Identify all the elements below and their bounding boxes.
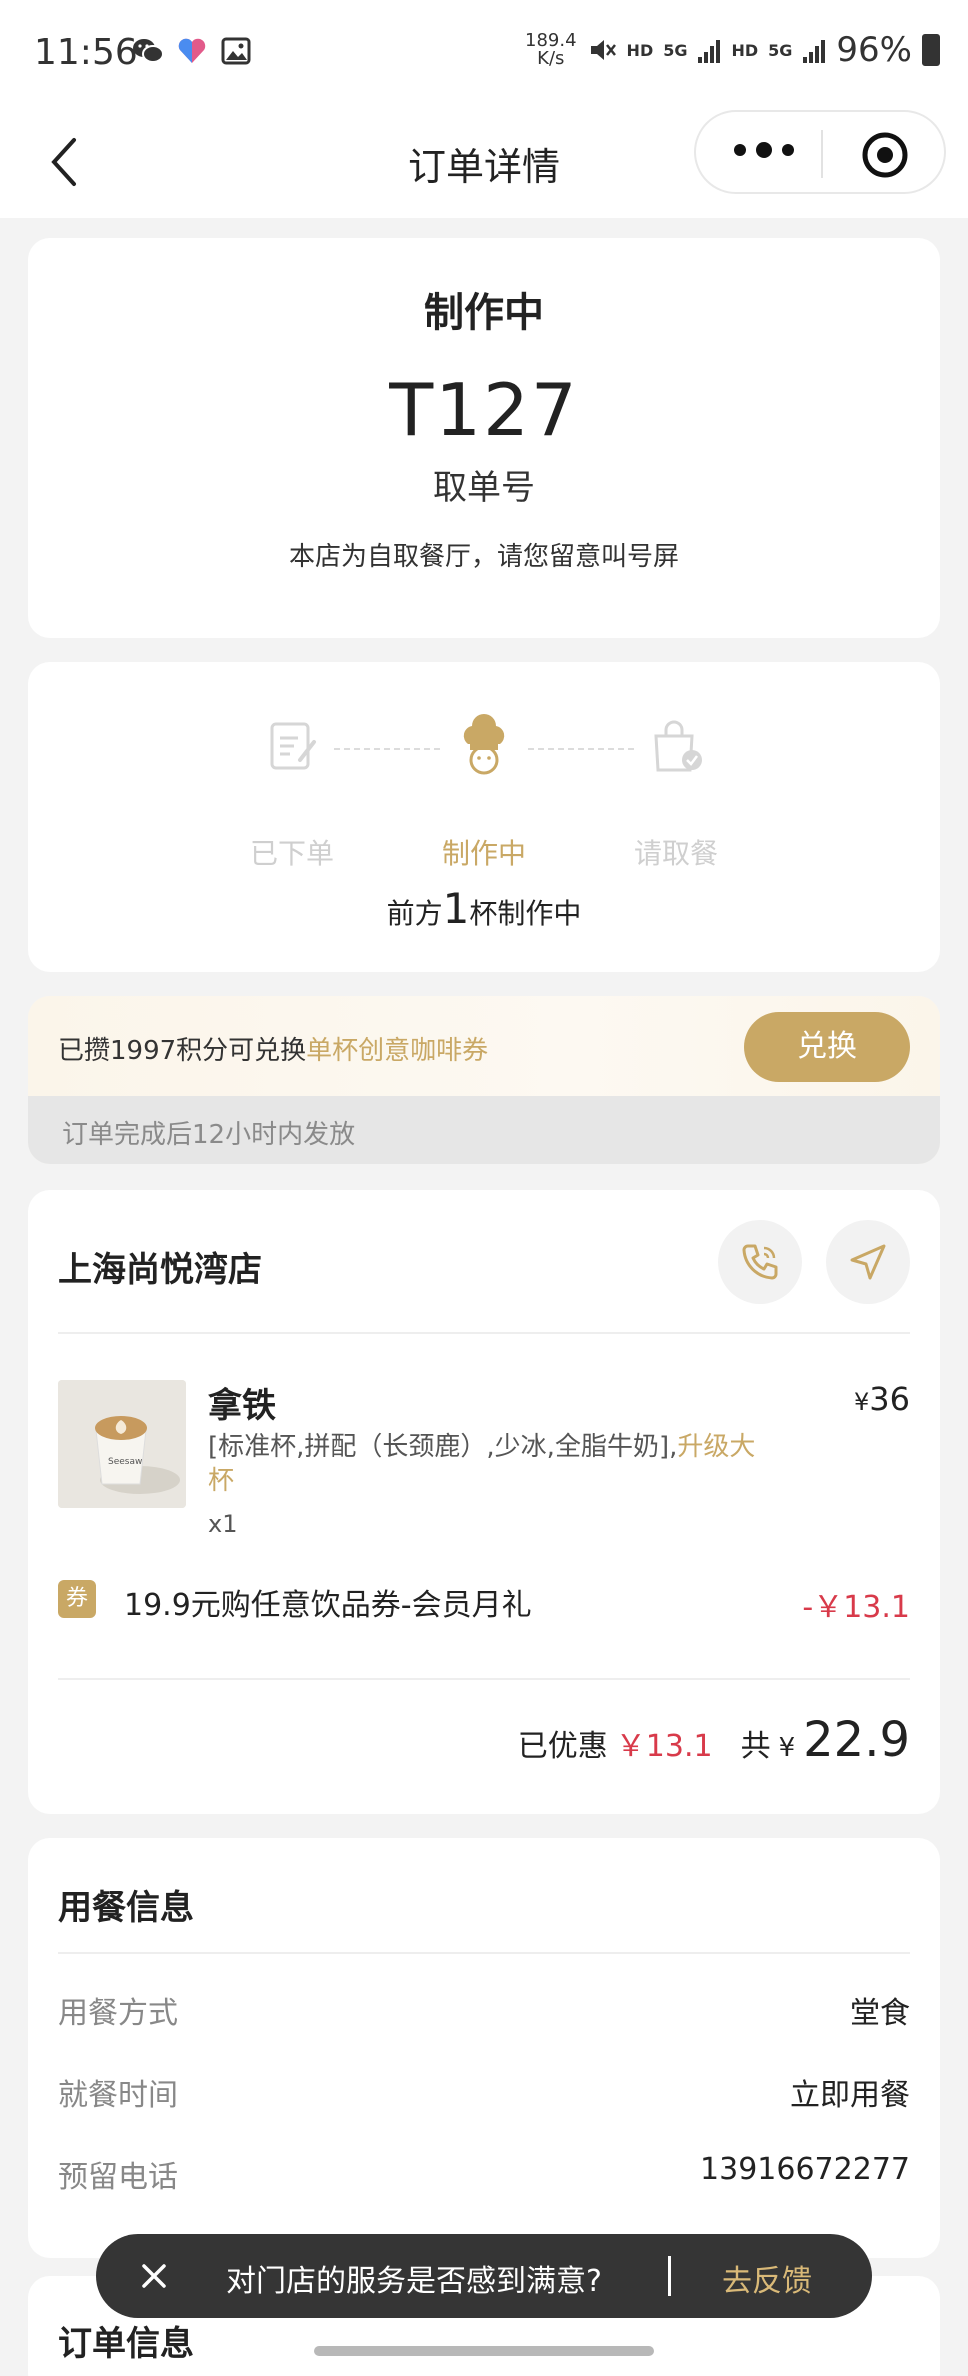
points-text: 已攒1997积分可兑换单杯创意咖啡券 [58, 1030, 488, 1067]
product-price: ¥36 [854, 1380, 910, 1418]
pickup-hint: 本店为自取餐厅，请您留意叫号屏 [288, 542, 679, 572]
pickup-bag-icon [654, 720, 702, 772]
feedback-message: 对门店的服务是否感到满意? [226, 2264, 602, 2299]
coupon-name: 19.9元购任意饮品券-会员月礼 [124, 1588, 532, 1623]
info-key: 预留电话 [58, 2160, 178, 2195]
order-info-title: 订单信息 [58, 2324, 194, 2364]
feedback-toast: 对门店的服务是否感到满意? 去反馈 [96, 2234, 872, 2318]
home-indicator[interactable] [314, 2346, 654, 2356]
signal-icon-2 [803, 40, 826, 63]
battery-icon [922, 34, 940, 66]
net-speed-unit: K/s [537, 48, 565, 69]
queue-suffix: 杯制作中 [469, 897, 582, 930]
5g-label-2: 5G [768, 40, 793, 60]
call-store-button[interactable] [718, 1220, 802, 1304]
navigate-button[interactable] [826, 1220, 910, 1304]
pickup-label: 取单号 [433, 468, 535, 508]
dining-info-card: 用餐信息 用餐方式 堂食 就餐时间 立即用餐 预留电话 13916672277 [28, 1838, 940, 2258]
points-banner: 已攒1997积分可兑换单杯创意咖啡券 兑换 订单完成后12小时内发放 [28, 996, 940, 1164]
miniprogram-capsule [694, 110, 946, 194]
product-quantity: x1 [208, 1510, 238, 1538]
points-top: 已攒1997积分可兑换单杯创意咖啡券 兑换 [28, 996, 940, 1096]
product-spec: [标准杯,拼配（长颈鹿）,少冰,全脂牛奶],升级大杯 [208, 1430, 768, 1498]
mute-icon [590, 40, 616, 60]
step-label: 已下单 [249, 837, 334, 870]
step-pickup: 请取餐 [576, 714, 776, 872]
step-ordered: 已下单 [192, 714, 392, 872]
progress-card: 已下单 制作中 请取餐 前方1杯制作中 [28, 662, 940, 972]
total-label: 共 [740, 1729, 771, 1764]
latte-cup-image: Seesaw [58, 1380, 186, 1508]
health-heart-icon [178, 38, 206, 63]
info-row-dining-mode: 用餐方式 堂食 [58, 1988, 910, 2031]
toast-separator [668, 2256, 671, 2296]
step-label: 请取餐 [633, 837, 718, 870]
svg-text:Seesaw: Seesaw [108, 1457, 142, 1467]
dining-info-title: 用餐信息 [58, 1888, 194, 1928]
close-icon[interactable] [134, 2256, 174, 2296]
product-price-value: 36 [869, 1380, 910, 1418]
queue-status: 前方1杯制作中 [28, 884, 940, 933]
signal-icon-1 [698, 40, 721, 63]
step-making: 制作中 [384, 714, 584, 872]
hd-label-2: HD [731, 40, 759, 60]
status-title: 制作中 [424, 290, 544, 336]
points-note: 订单完成后12小时内发放 [62, 1120, 356, 1150]
info-key: 就餐时间 [58, 2078, 178, 2113]
info-key: 用餐方式 [58, 1996, 178, 2031]
points-balance: 已攒1997积分可兑换 [58, 1036, 307, 1066]
divider [58, 1332, 910, 1334]
coupon-badge: 券 [58, 1580, 96, 1618]
queue-prefix: 前方 [386, 897, 443, 930]
points-reward: 单杯创意咖啡券 [306, 1036, 489, 1066]
discount-amount: ￥13.1 [615, 1729, 713, 1764]
discount-label: 已优惠 [517, 1729, 608, 1764]
gallery-icon [221, 37, 251, 65]
info-value: 堂食 [850, 1996, 910, 2031]
notification-icons [132, 36, 252, 66]
currency-symbol: ¥ [854, 1388, 870, 1416]
info-row-phone: 预留电话 13916672277 [58, 2152, 910, 2195]
queue-count: 1 [442, 884, 470, 933]
step-label: 制作中 [441, 837, 526, 870]
total-amount: 22.9 [803, 1712, 910, 1768]
product-name: 拿铁 [208, 1386, 276, 1426]
hd-label-1: HD [626, 40, 654, 60]
divider [58, 1952, 910, 1954]
order-totals: 已优惠 ￥13.1 共 ¥ 22.9 [518, 1712, 910, 1768]
more-menu-icon[interactable] [734, 142, 794, 158]
status-right: 189.4 K/s HD 5G HD 5G 96% [525, 30, 940, 70]
redeem-button[interactable]: 兑换 [744, 1012, 910, 1082]
close-miniprogram-icon[interactable] [860, 130, 910, 180]
status-time: 11:56 [34, 32, 138, 73]
product-options: [标准杯,拼配（长颈鹿）,少冰,全脂牛奶], [208, 1432, 678, 1462]
wechat-icon [133, 39, 164, 63]
total-currency: ¥ [778, 1733, 796, 1763]
chef-hat-icon [463, 714, 505, 775]
info-value: 立即用餐 [790, 2078, 910, 2113]
points-note-bar: 订单完成后12小时内发放 [28, 1096, 940, 1164]
phone-icon [742, 1244, 778, 1280]
net-speed: 189.4 K/s [525, 32, 577, 68]
order-placed-icon [270, 722, 316, 770]
info-row-dining-time: 就餐时间 立即用餐 [58, 2070, 910, 2113]
battery-percent: 96% [836, 30, 912, 70]
nav-bar: 订单详情 [0, 110, 968, 218]
coupon-amount: -￥13.1 [802, 1590, 910, 1625]
capsule-divider [821, 130, 823, 178]
divider [58, 1678, 910, 1680]
pickup-number: T127 [389, 368, 579, 452]
feedback-link[interactable]: 去反馈 [722, 2256, 812, 2300]
5g-label-1: 5G [663, 40, 688, 60]
info-value: 13916672277 [700, 2152, 910, 2187]
status-bar: 11:56 189.4 K/s HD 5G HD 5G 96% [0, 0, 968, 110]
order-card: 上海尚悦湾店 Seesaw 拿铁 ¥36 [标准杯,拼配（长颈鹿）,少冰,全脂牛… [28, 1190, 940, 1814]
navigation-arrow-icon [850, 1244, 886, 1280]
order-status-card: 制作中 T127 取单号 本店为自取餐厅，请您留意叫号屏 [28, 238, 940, 638]
product-image: Seesaw [58, 1380, 186, 1508]
store-name: 上海尚悦湾店 [58, 1250, 262, 1290]
